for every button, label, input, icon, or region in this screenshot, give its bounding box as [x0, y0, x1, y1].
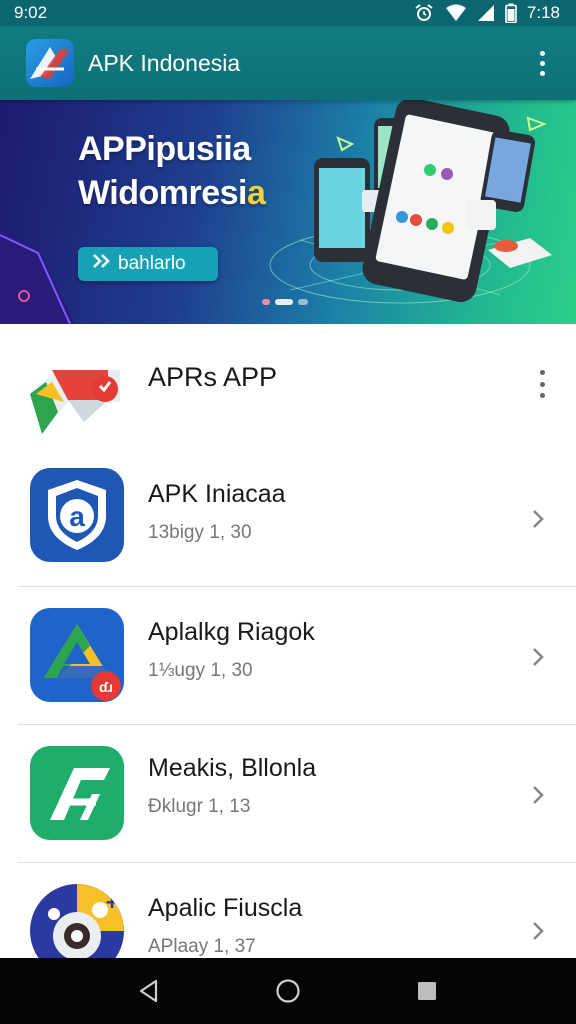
back-triangle-icon[interactable] — [125, 967, 173, 1015]
more-vert-icon[interactable] — [538, 370, 546, 398]
home-circle-icon[interactable] — [264, 967, 312, 1015]
chevron-right-icon[interactable] — [528, 645, 548, 669]
chevron-right-icon[interactable] — [528, 919, 548, 943]
divider — [18, 862, 576, 863]
pager-dot-active[interactable] — [275, 299, 293, 305]
svg-text:+: + — [106, 890, 119, 915]
chevron-right-icon[interactable] — [528, 783, 548, 807]
app-name: APRs APP — [148, 362, 278, 392]
google-style-arrow-icon — [28, 360, 124, 436]
app-list: APRs APP a APK Iniacaa 13bigy 1, 30 ɗɹ A… — [0, 324, 576, 958]
app-name: Meakis, Bllonla — [148, 754, 317, 782]
app-subtitle: 13bigy 1, 30 — [148, 522, 252, 543]
recents-square-icon[interactable] — [403, 967, 451, 1015]
shield-a-icon: a — [30, 468, 124, 562]
app-subtitle: APlaay 1, 37 — [148, 936, 256, 957]
wifi-icon — [445, 4, 467, 22]
svg-text:a: a — [69, 501, 85, 532]
list-item[interactable]: a APK Iniacaa 13bigy 1, 30 — [0, 450, 576, 588]
app-title: APK Indonesia — [88, 49, 241, 76]
app-bar: APK Indonesia — [0, 26, 576, 100]
apk-logo-icon — [26, 39, 74, 87]
banner-headline-2: Widomresia — [78, 174, 266, 212]
app-name: Aplalkg Riagok — [148, 618, 315, 646]
app-subtitle: Ɖklugr 1, 13 — [148, 796, 251, 817]
pager-dot[interactable] — [298, 299, 308, 305]
more-vert-icon[interactable] — [526, 41, 558, 85]
drive-triangle-icon: ɗɹ — [30, 608, 124, 702]
double-chevron-icon — [92, 253, 112, 275]
app-name: APK Iniacaa — [148, 480, 286, 508]
status-time-left: 9:02 — [14, 3, 48, 22]
chevron-right-icon[interactable] — [528, 507, 548, 531]
list-item[interactable]: Meakis, Bllonla Ɖklugr 1, 13 — [0, 726, 576, 864]
system-nav-bar — [0, 958, 576, 1024]
list-item[interactable]: ɗɹ Aplalkg Riagok 1⅓ugy 1, 30 — [0, 588, 576, 726]
promo-banner[interactable]: APPipusiia Widomresia bahlarlo — [0, 100, 576, 324]
banner-headline-1: APPipusiia — [78, 130, 251, 168]
pager-dot[interactable] — [262, 299, 270, 305]
alarm-icon — [413, 4, 435, 22]
divider — [18, 586, 576, 587]
app-subtitle: 1⅓ugy 1, 30 — [148, 660, 253, 681]
list-item[interactable]: APRs APP — [0, 324, 576, 450]
status-icons: 7:18 — [413, 3, 560, 23]
signal-icon — [477, 4, 495, 22]
green-a-icon — [30, 746, 124, 840]
camera-badge-icon: + — [30, 884, 124, 958]
divider — [18, 724, 576, 725]
app-name: Apalic Fiuscla — [148, 894, 303, 922]
battery-icon — [505, 3, 517, 23]
list-item[interactable]: + Apalic Fiuscla APlaay 1, 37 — [0, 864, 576, 958]
status-time-right: 7:18 — [526, 3, 560, 22]
banner-cta-button[interactable]: bahlarlo — [78, 247, 218, 281]
status-bar: 9:02 7:18 — [0, 0, 576, 26]
banner-cta-label: bahlarlo — [118, 253, 186, 274]
banner-pager — [262, 299, 308, 305]
svg-text:ɗɹ: ɗɹ — [99, 679, 113, 695]
